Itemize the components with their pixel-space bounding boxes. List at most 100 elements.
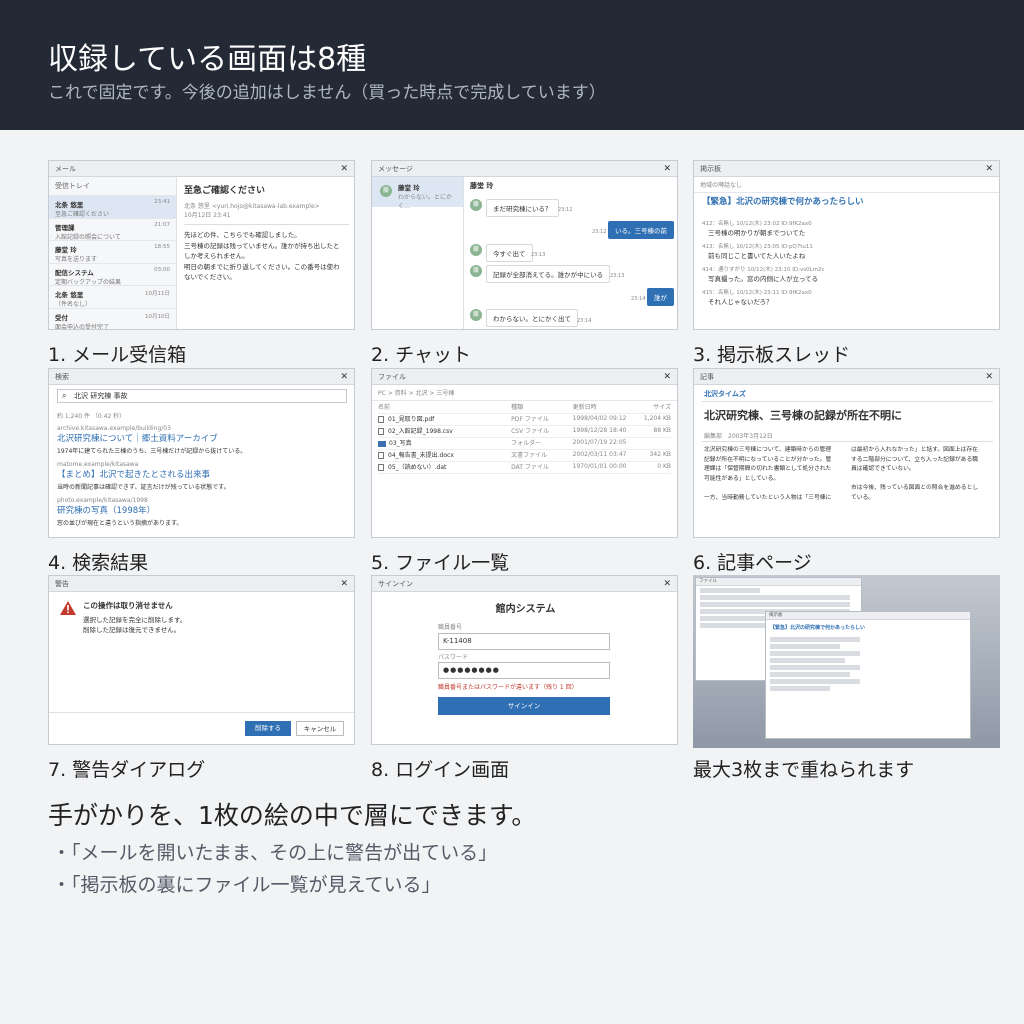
file-icon [378,416,384,424]
cancel-button[interactable]: キャンセル [296,721,344,736]
alert-thumbnail[interactable]: 警告 ✕ この操作は取り消せません 選択した記録を完全に削除します。 削除した記録… [48,575,355,745]
mail-item[interactable]: 北条 悠里 至急ご確認ください 23:41 [49,195,176,218]
file-row[interactable]: 01_見取り図.pdf PDF ファイル 1998/04/02 09:12 1,204… [378,413,671,426]
file-icon [378,428,384,436]
files-window-title: ファイル [378,372,406,381]
caption-7: 7. 警告ダイアログ [48,759,206,781]
article-column: 北沢研究棟の三号棟について、建築時からの管理 記録が所在不明になっていることが分か… [704,447,832,501]
chat-bubble: 今すぐ出て [486,244,533,262]
mail-item[interactable]: 管理課 入館記録の照会について 21:07 [49,217,176,241]
warning-icon [60,601,76,615]
login-window-title: サインイン [378,579,413,588]
id-field[interactable]: K-11408 [438,633,610,650]
mail-list: 受信トレイ 北条 悠里 至急ご確認ください 23:41 管理課 入館記録の照会について… [49,177,177,329]
board-window-title: 掲示板 [700,164,721,173]
search-result: matome.example/kitasawa 【まとめ】北沢で起きたとされる出来… [57,461,230,491]
alert-message: 削除した記録は復元できません。 [83,626,181,634]
file-icon [378,452,384,460]
caption-2: 2. チャット [371,344,471,366]
bullet-item: ・「掲示板の裏にファイル一覧が見えている」 [52,874,441,896]
chat-bubble: わからない。とにかく出て [486,309,578,327]
mail-item[interactable]: 配信システム 定期バックアップの結果 03:00 [49,262,176,286]
thread-title: 【緊急】北沢の研究棟で何かあったらしい [702,197,864,207]
chat-contact-list: 藤 藤堂 玲 わからない。とにかく… [372,177,464,329]
caption-6: 6. 記事ページ [693,552,812,574]
caption-8: 8. ログイン画面 [371,759,510,781]
avatar: 藤 [470,309,482,321]
id-label: 職員番号 [438,624,463,631]
mail-from: 北条 悠里 <yuri.hojo@kitasawa-lab.example> [184,203,320,210]
board-post: 412：名無し 10/12(木) 23:02 ID:9fK2ax0 三号棟の明かり… [702,221,812,237]
sign-in-button[interactable]: サインイン [438,697,610,715]
page-subtitle: これで固定です。今後の追加はしません（買った時点で完成しています） [48,83,606,103]
search-input[interactable]: ⌕ 北沢 研究棟 事故 [57,389,347,403]
search-icon: ⌕ [62,391,67,400]
bottom-heading: 手がかりを、1枚の絵の中で層にできます。 [48,801,537,830]
folder-icon [378,440,386,447]
system-name: 館内システム [495,604,556,615]
file-row[interactable]: 02_入館記録_1998.csv CSV ファイル 1998/12/28 18:40… [378,425,671,438]
board-post: 415：名無し 10/12(木) 23:11 ID:9fK2ax0 それ人じゃない… [702,290,812,306]
search-result: archive.kitasawa.example/building/03 北沢研究… [57,425,247,455]
file-icon [378,464,384,472]
article-byline: 編集部 2003年3月12日 [704,433,773,440]
breadcrumb: PC > 資料 > 北沢 > 三号棟 [372,385,677,401]
search-thumbnail[interactable]: 検索 ✕ ⌕ 北沢 研究棟 事故 約 1,240 件 （0.42 秒） archiv… [48,368,355,538]
board-post: 413：名無し 10/12(木) 23:05 ID:pQ7tu11 前も同じこと書… [702,244,813,260]
close-icon[interactable]: ✕ [340,372,348,382]
close-icon[interactable]: ✕ [663,372,671,382]
password-field[interactable]: ●●●●●●●● [438,662,610,679]
page-title: 収録している画面は8種 [48,42,367,77]
chat-bubble: まだ研究棟にいる？ [486,199,559,217]
alert-window-title: 警告 [55,579,69,588]
article-headline: 北沢研究棟、三号棟の記録が所在不明に [704,409,902,422]
mail-thumbnail[interactable]: メール ✕ 受信トレイ 北条 悠里 至急ご確認ください 23:41 管理課 入館記録の照… [48,160,355,330]
board-post: 414：通りすがり 10/12(木) 23:10 ID:vs0Lm2c 写真撮った… [702,267,825,283]
bullet-item: ・「メールを開いたまま、その上に警告が出ている」 [52,842,498,864]
chat-contact[interactable]: 藤 藤堂 玲 わからない。とにかく… [372,177,463,210]
close-icon[interactable]: ✕ [985,372,993,382]
mail-item[interactable]: 藤堂 玲写真を送ります 18:55 [49,240,176,263]
close-icon[interactable]: ✕ [663,164,671,174]
caption-1: 1. メール受信箱 [48,344,187,366]
publication-name: 北沢タイムズ [704,390,746,398]
avatar: 藤 [470,244,482,256]
mail-window-title: メール [55,164,76,173]
mail-folder: 受信トレイ [55,182,90,190]
close-icon[interactable]: ✕ [985,164,993,174]
login-thumbnail[interactable]: サインイン ✕ 館内システム 職員番号 K-11408 パスワード ●●●●●●●… [371,575,678,745]
chat-thumbnail[interactable]: メッセージ ✕ 藤 藤堂 玲 わからない。とにかく… 藤堂 玲 藤 まだ研究棟にい… [371,160,678,330]
chat-bubble: 誰が [647,288,674,306]
caption-4: 4. 検索結果 [48,552,149,574]
chat-bubble: 記録が全部消えてる。誰かが中にいる [486,265,611,283]
login-error: 職員番号またはパスワードが違います（残り 1 回） [438,684,578,691]
chat-bubble: いる。三号棟の前 [608,221,674,239]
file-row[interactable]: 05_（読めない）.dat DAT ファイル 1970/01/01 00:00 0 K… [378,461,671,474]
close-icon[interactable]: ✕ [340,579,348,589]
file-row[interactable]: 04_報告書_未提出.docx 文書ファイル 2002/03/11 03:47 342… [378,449,671,462]
alert-message: 選択した記録を完全に削除します。 [83,616,187,624]
caption-9: 最大3枚まで重ねられます [693,759,915,781]
avatar: 藤 [470,199,482,211]
password-label: パスワード [438,654,469,661]
avatar: 藤 [470,265,482,277]
delete-button[interactable]: 削除する [245,721,291,736]
close-icon[interactable]: ✕ [340,164,348,174]
article-column: は最初から入れなかった」と話す。図面上は存在 する二階部分について、立ち入った記録… [851,447,979,501]
stacked-board-window: 掲示板 【緊急】北沢の研究棟で何かあったらしい [765,611,971,739]
files-thumbnail[interactable]: ファイル ✕ PC > 資料 > 北沢 > 三号棟 名前 種類 更新日時 サイズ 01_… [371,368,678,538]
close-icon[interactable]: ✕ [663,579,671,589]
board-subtitle: 地域の噂話なし [694,177,999,193]
file-header: 名前 種類 更新日時 サイズ [378,401,671,414]
board-thumbnail[interactable]: 掲示板 ✕ 地域の噂話なし 【緊急】北沢の研究棟で何かあったらしい 412：名無し… [693,160,1000,330]
mail-item[interactable]: 受付 面会申込の受付完了 10月10日 [49,307,176,329]
article-thumbnail[interactable]: 記事 ✕ 北沢タイムズ 北沢研究棟、三号棟の記録が所在不明に 編集部 2003年3… [693,368,1000,538]
header: 収録している画面は8種 これで固定です。今後の追加はしません（買った時点で完成し… [0,0,1024,130]
mail-item[interactable]: 北条 悠里 （件名なし） 10月11日 [49,285,176,308]
alert-heading: この操作は取り消せません [83,601,173,610]
caption-3: 3. 掲示板スレッド [693,344,851,366]
avatar: 藤 [380,185,392,197]
search-result: photo.example/kitasawa/1998 研究棟の写真（1998年）… [57,497,183,527]
file-row[interactable]: 03_写真 フォルダー 2001/07/19 22:05 [378,437,671,450]
search-window-title: 検索 [55,372,69,381]
